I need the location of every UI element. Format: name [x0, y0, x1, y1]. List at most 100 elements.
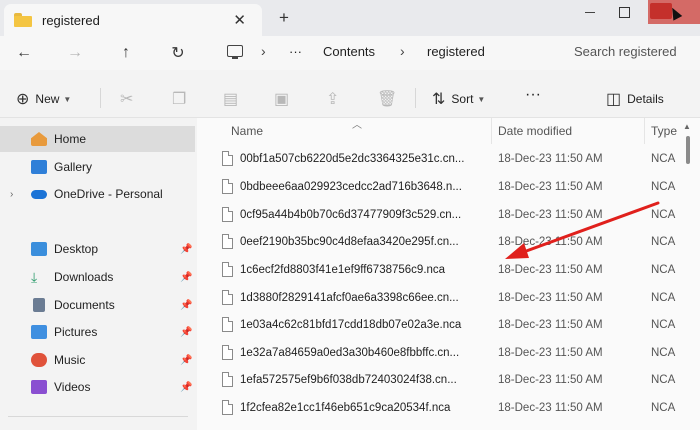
- copy-icon: ❐: [172, 91, 187, 108]
- sidebar-item-documents[interactable]: Documents 📌: [0, 292, 195, 318]
- pin-icon[interactable]: 📌: [180, 300, 192, 311]
- file-icon: [222, 372, 233, 387]
- table-row[interactable]: 0cf95a44b4b0b70c6d37477909f3c529.cn... 1…: [197, 202, 687, 229]
- minimize-button[interactable]: [575, 0, 605, 24]
- file-name: 0bdbeee6aa029923cedcc2ad716b3648.n...: [240, 181, 462, 193]
- pin-icon[interactable]: 📌: [180, 244, 192, 255]
- delete-button[interactable]: 🗑: [377, 89, 403, 109]
- pictures-icon: [31, 325, 47, 339]
- table-row[interactable]: 1e03a4c62c81bfd17cdd18db07e02a3e.nca 18-…: [197, 312, 687, 339]
- scroll-up-arrow[interactable]: ▲: [683, 122, 691, 131]
- cut-button[interactable]: ✂: [120, 89, 139, 109]
- breadcrumb-contents[interactable]: Contents: [323, 44, 375, 59]
- file-type: NCA: [651, 181, 676, 193]
- sidebar-item-pictures[interactable]: Pictures 📌: [0, 319, 195, 345]
- breadcrumb-registered[interactable]: registered: [427, 44, 485, 59]
- sort-button[interactable]: ⇅ Sort ▼: [432, 89, 485, 109]
- sidebar-item-downloads[interactable]: ⤓ Downloads 📌: [0, 264, 195, 290]
- file-date: 18-Dec-23 11:50 AM: [498, 264, 603, 276]
- file-icon: [222, 345, 233, 360]
- clipboard-icon: ▤: [223, 91, 239, 108]
- file-icon: [222, 400, 233, 415]
- column-divider[interactable]: [644, 118, 645, 144]
- file-icon: [222, 207, 233, 222]
- tab-close-button[interactable]: ✕: [233, 11, 246, 29]
- sidebar-item-label: Music: [54, 353, 86, 367]
- refresh-button[interactable]: ↻: [167, 43, 189, 63]
- sidebar-item-gallery[interactable]: Gallery: [0, 154, 195, 180]
- sidebar-item-videos[interactable]: Videos 📌: [0, 374, 195, 400]
- pin-icon[interactable]: 📌: [180, 272, 192, 283]
- tab-registered[interactable]: registered ✕: [4, 4, 262, 36]
- chevron-right-icon[interactable]: ›: [10, 189, 13, 200]
- new-button[interactable]: ⊕ New ▼: [16, 89, 71, 109]
- new-label: New: [35, 92, 60, 106]
- divider: [100, 88, 101, 108]
- file-name: 1efa572575ef9b6f038db72403024f38.cn...: [240, 374, 457, 386]
- details-button[interactable]: ◫ Details: [606, 89, 664, 109]
- rename-icon: ▣: [274, 91, 290, 108]
- table-row[interactable]: 1f2cfea82e1cc1f46eb651c9ca20534f.nca 18-…: [197, 395, 687, 422]
- this-pc-icon[interactable]: [227, 45, 243, 59]
- back-button[interactable]: ←: [13, 43, 35, 63]
- pin-icon[interactable]: 📌: [180, 327, 192, 338]
- pin-icon[interactable]: 📌: [180, 382, 192, 393]
- forward-button[interactable]: →: [64, 43, 86, 63]
- table-row[interactable]: 00bf1a507cb6220d5e2dc3364325e31c.cn... 1…: [197, 146, 687, 173]
- table-row[interactable]: 0bdbeee6aa029923cedcc2ad716b3648.n... 18…: [197, 174, 687, 201]
- sidebar-item-label: Desktop: [54, 242, 99, 256]
- breadcrumb-separator[interactable]: ›: [261, 43, 266, 59]
- maximize-button[interactable]: [610, 0, 638, 24]
- up-button[interactable]: ↑: [115, 43, 137, 63]
- file-type: NCA: [651, 374, 676, 386]
- file-date: 18-Dec-23 11:50 AM: [498, 374, 603, 386]
- file-date: 18-Dec-23 11:50 AM: [498, 236, 603, 248]
- sidebar-item-home[interactable]: Home: [0, 126, 195, 152]
- file-name: 0eef2190b35bc90c4d8efaa3420e295f.cn...: [240, 236, 459, 248]
- breadcrumb-separator[interactable]: ›: [400, 43, 405, 59]
- file-icon: [222, 317, 233, 332]
- sidebar-item-music[interactable]: Music 📌: [0, 347, 195, 373]
- column-header-name[interactable]: Name: [231, 124, 263, 138]
- file-type: NCA: [651, 347, 676, 359]
- column-header-type[interactable]: Type: [651, 124, 677, 138]
- command-bar: ⊕ New ▼ ✂ ❐ ▤ ▣ ⇪ 🗑 ⇅ Sort ▼ ··· ◫ Detai…: [0, 78, 700, 118]
- divider: [415, 88, 416, 108]
- column-divider[interactable]: [491, 118, 492, 144]
- tab-title: registered: [42, 12, 100, 28]
- file-date: 18-Dec-23 11:50 AM: [498, 153, 603, 165]
- share-button[interactable]: ⇪: [326, 89, 345, 109]
- file-icon: [222, 234, 233, 249]
- plus-circle-icon: ⊕: [16, 91, 30, 108]
- music-icon: [31, 353, 47, 367]
- file-icon: [222, 290, 233, 305]
- table-row[interactable]: 1efa572575ef9b6f038db72403024f38.cn... 1…: [197, 367, 687, 394]
- file-name: 1e32a7a84659a0ed3a30b460e8fbbffc.cn...: [240, 347, 460, 359]
- table-row[interactable]: 1d3880f2829141afcf0ae6a3398c66ee.cn... 1…: [197, 285, 687, 312]
- sort-label: Sort: [451, 92, 474, 106]
- search-input[interactable]: Search registered: [574, 44, 677, 59]
- paste-button[interactable]: ▤: [223, 89, 244, 109]
- pin-icon[interactable]: 📌: [180, 355, 192, 366]
- gallery-icon: [31, 160, 47, 174]
- breadcrumb-more[interactable]: ···: [289, 44, 302, 59]
- details-label: Details: [627, 92, 664, 106]
- column-header-date[interactable]: Date modified: [498, 124, 572, 138]
- file-date: 18-Dec-23 11:50 AM: [498, 402, 603, 414]
- more-options-button[interactable]: ···: [525, 86, 541, 104]
- file-name: 1e03a4c62c81bfd17cdd18db07e02a3e.nca: [240, 319, 462, 331]
- file-name: 0cf95a44b4b0b70c6d37477909f3c529.cn...: [240, 209, 462, 221]
- sidebar-item-onedrive[interactable]: › OneDrive - Personal: [0, 181, 195, 207]
- table-row[interactable]: 0eef2190b35bc90c4d8efaa3420e295f.cn... 1…: [197, 229, 687, 256]
- copy-button[interactable]: ❐: [172, 89, 192, 109]
- file-type: NCA: [651, 264, 676, 276]
- chevron-down-icon: ▼: [477, 94, 486, 104]
- rename-button[interactable]: ▣: [274, 89, 295, 109]
- details-pane-icon: ◫: [606, 91, 622, 108]
- sidebar-item-desktop[interactable]: Desktop 📌: [0, 236, 195, 262]
- table-row[interactable]: 1e32a7a84659a0ed3a30b460e8fbbffc.cn... 1…: [197, 340, 687, 367]
- share-icon: ⇪: [326, 91, 340, 108]
- new-tab-button[interactable]: +: [279, 8, 289, 28]
- title-bar: registered ✕ +: [0, 0, 700, 36]
- table-row[interactable]: 1c6ecf2fd8803f41e1ef9ff6738756c9.nca 18-…: [197, 257, 687, 284]
